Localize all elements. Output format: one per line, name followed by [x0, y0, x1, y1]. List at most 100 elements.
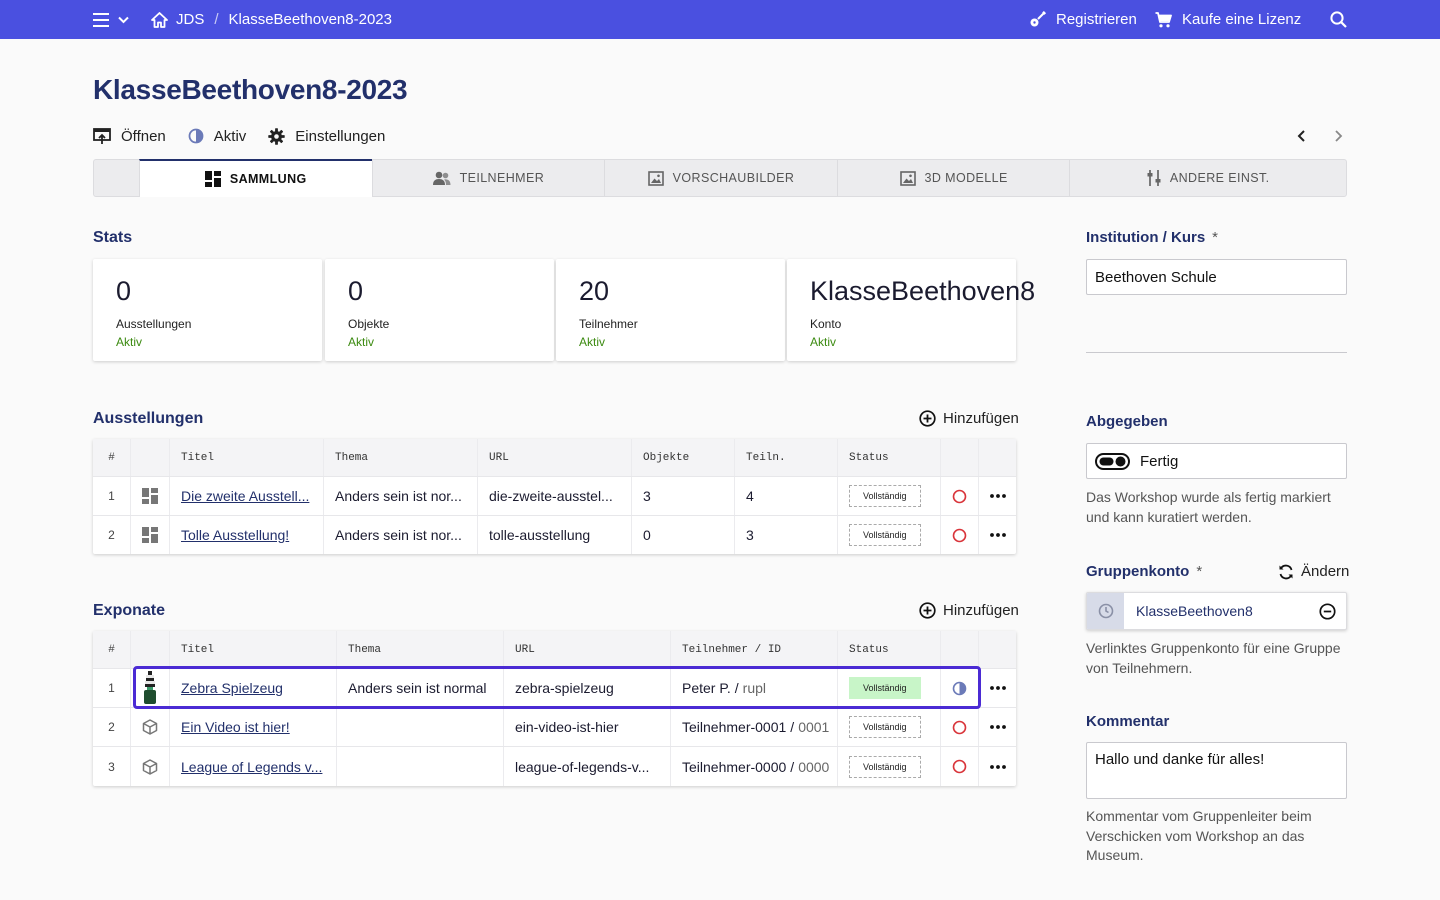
comment-label: Kommentar — [1086, 713, 1170, 730]
row-participants: 4 — [734, 477, 837, 515]
group-account-value: KlasseBeethoven8 — [1136, 603, 1253, 619]
row-state[interactable] — [940, 516, 978, 554]
header-actions — [978, 631, 1016, 668]
table-row[interactable]: 2 Ein Video ist hier! ein-video-ist-hier… — [93, 707, 1016, 746]
header-title[interactable]: Titel — [169, 439, 323, 476]
row-title[interactable]: Ein Video ist hier! — [169, 708, 336, 746]
next-page-button[interactable] — [1328, 126, 1348, 146]
row-number: 1 — [108, 681, 115, 695]
menu-button[interactable] — [93, 0, 129, 39]
row-state[interactable] — [940, 747, 978, 786]
header-theme[interactable]: Thema — [323, 439, 477, 476]
row-menu-button[interactable] — [978, 516, 1016, 554]
more-icon — [989, 725, 1006, 729]
row-state[interactable] — [940, 669, 978, 707]
row-menu-button[interactable] — [978, 747, 1016, 786]
table-row[interactable]: 2 Tolle Ausstellung! Anders sein ist nor… — [93, 515, 1016, 554]
row-participant: Teilnehmer-0000/0000 — [670, 747, 837, 786]
header-status[interactable]: Status — [837, 439, 940, 476]
tab-3d-modelle[interactable]: 3D MODELLE — [836, 160, 1070, 196]
row-title[interactable]: Zebra Spielzeug — [169, 669, 336, 707]
add-label: Hinzufügen — [943, 602, 1019, 619]
change-group-button[interactable]: Ändern — [1278, 563, 1349, 580]
title-link[interactable]: Zebra Spielzeug — [181, 680, 283, 696]
header-theme[interactable]: Thema — [336, 631, 503, 668]
header-number: # — [108, 643, 115, 656]
id-separator: / — [734, 680, 739, 696]
stat-label: Objekte — [348, 317, 390, 331]
add-ausstellung-button[interactable]: Hinzufügen — [919, 410, 1019, 427]
tab-label: TEILNEHMER — [459, 171, 545, 185]
header-participant-id[interactable]: Teilnehmer / ID — [670, 631, 837, 668]
header-objects[interactable]: Objekte — [631, 439, 734, 476]
title-link[interactable]: Die zweite Ausstell... — [181, 488, 309, 504]
tab-spacer — [94, 160, 139, 196]
row-status: Vollständig — [837, 708, 940, 746]
page-actions: Öffnen Aktiv Einstellungen — [93, 125, 407, 147]
license-button[interactable]: Kaufe eine Lizenz — [1155, 0, 1301, 39]
settings-button[interactable]: Einstellungen — [268, 128, 385, 145]
tab-label: SAMMLUNG — [229, 172, 307, 186]
row-theme — [336, 708, 503, 746]
id-separator: / — [790, 719, 795, 735]
group-label: Gruppenkonto * — [1086, 563, 1202, 580]
image-icon — [899, 170, 925, 186]
title-link[interactable]: Tolle Ausstellung! — [181, 527, 289, 543]
stat-card-konto: KlasseBeethoven8 Konto Aktiv — [787, 259, 1035, 361]
cube-icon — [130, 747, 169, 786]
row-title[interactable]: Die zweite Ausstell... — [169, 477, 323, 515]
tab-sammlung[interactable]: SAMMLUNG — [138, 159, 372, 197]
add-exponat-button[interactable]: Hinzufügen — [919, 602, 1019, 619]
status-circle-icon — [952, 759, 967, 774]
half-circle-icon — [188, 128, 214, 144]
stat-label: Ausstellungen — [116, 317, 192, 331]
header-url[interactable]: URL — [503, 631, 670, 668]
row-participant: Teilnehmer-0001/0001 — [670, 708, 837, 746]
header-participants[interactable]: Teiln. — [734, 439, 837, 476]
minus-circle-icon[interactable] — [1319, 602, 1336, 620]
table-header: # Titel Thema URL Objekte Teiln. Status — [93, 439, 1016, 476]
row-title[interactable]: League of Legends v... — [169, 747, 336, 786]
title-link[interactable]: Ein Video ist hier! — [181, 719, 290, 735]
row-state[interactable] — [940, 708, 978, 746]
stat-card-ausstellungen: 0 Ausstellungen Aktiv — [93, 259, 322, 361]
register-button[interactable]: Registrieren — [1029, 0, 1137, 39]
active-button[interactable]: Aktiv — [188, 128, 246, 145]
previous-page-button[interactable] — [1291, 126, 1311, 146]
open-button[interactable]: Öffnen — [93, 128, 166, 145]
table-row[interactable]: 1 Zebra Spielzeug Anders sein ist normal… — [93, 668, 1016, 707]
group-account-field[interactable]: KlasseBeethoven8 — [1086, 592, 1347, 630]
breadcrumb-root[interactable]: JDS — [176, 11, 204, 28]
row-menu-button[interactable] — [978, 477, 1016, 515]
breadcrumb-current[interactable]: KlasseBeethoven8-2023 — [229, 11, 392, 28]
more-icon — [989, 686, 1006, 690]
stat-value: 0 — [348, 276, 364, 306]
row-menu-button[interactable] — [978, 708, 1016, 746]
submitted-toggle[interactable]: Fertig — [1086, 443, 1347, 479]
tab-teilnehmer[interactable]: TEILNEHMER — [371, 160, 605, 196]
header-title[interactable]: Titel — [169, 631, 336, 668]
exponate-table: # Titel Thema URL Teilnehmer / ID Status… — [93, 631, 1016, 786]
row-theme: Anders sein ist nor... — [323, 477, 477, 515]
stat-status: Aktiv — [579, 335, 606, 349]
status-badge: Vollständig — [849, 677, 921, 699]
title-link[interactable]: League of Legends v... — [181, 759, 322, 775]
participant-id: rupl — [742, 680, 767, 696]
stat-label: Teilnehmer — [579, 317, 638, 331]
tab-vorschaubilder[interactable]: VORSCHAUBILDER — [604, 160, 837, 196]
table-row[interactable]: 3 League of Legends v... league-of-legen… — [93, 746, 1016, 786]
comment-textarea[interactable]: Hallo und danke für alles! — [1086, 742, 1347, 799]
table-row[interactable]: 1 Die zweite Ausstell... Anders sein ist… — [93, 476, 1016, 515]
required-mark: * — [1196, 563, 1203, 580]
row-state[interactable] — [940, 477, 978, 515]
header-status[interactable]: Status — [837, 631, 940, 668]
header-url[interactable]: URL — [477, 439, 631, 476]
home-icon[interactable] — [151, 11, 168, 28]
tab-andere-einst[interactable]: ANDERE EINST. — [1069, 160, 1346, 196]
row-title[interactable]: Tolle Ausstellung! — [169, 516, 323, 554]
institution-input[interactable]: Beethoven Schule — [1086, 259, 1347, 295]
stat-status: Aktiv — [348, 335, 375, 349]
row-theme: Anders sein ist nor... — [323, 516, 477, 554]
search-button[interactable] — [1330, 0, 1347, 39]
row-menu-button[interactable] — [978, 669, 1016, 707]
